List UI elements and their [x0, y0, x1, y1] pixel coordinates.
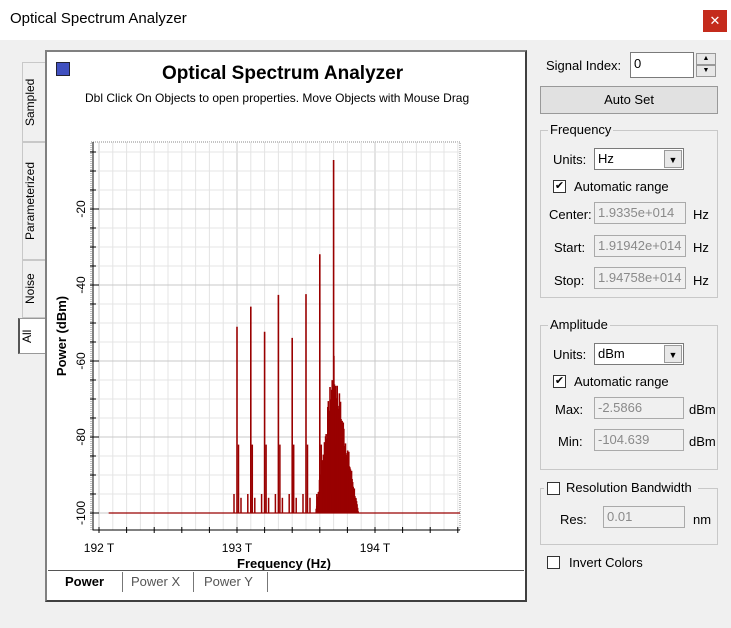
invert-colors-label: Invert Colors [569, 555, 643, 570]
spin-up-button[interactable]: ▲ [696, 53, 716, 65]
tab-power[interactable]: Power [58, 572, 118, 592]
amplitude-auto-label: Automatic range [574, 374, 669, 389]
tab-power-y[interactable]: Power Y [196, 572, 268, 592]
plot-area [90, 141, 461, 531]
y-tick-label: -40 [74, 276, 88, 294]
min-field[interactable]: -104.639 [594, 429, 684, 451]
res-field[interactable]: 0.01 [603, 506, 685, 528]
x-tick-label: 192 T [84, 541, 115, 555]
amplitude-group-title: Amplitude [548, 317, 610, 332]
chevron-down-icon: ▼ [664, 150, 682, 168]
max-field[interactable]: -2.5866 [594, 397, 684, 419]
amplitude-units-label: Units: [553, 347, 587, 362]
center-field[interactable]: 1.9335e+014 [594, 202, 686, 224]
start-unit: Hz [693, 240, 709, 255]
resolution-label: Resolution Bandwidth [566, 480, 692, 495]
y-axis-label: Power (dBm) [54, 296, 69, 376]
center-label: Center: [549, 207, 592, 222]
stop-label: Stop: [554, 273, 585, 288]
auto-set-button[interactable]: Auto Set [540, 86, 718, 114]
start-label: Start: [554, 240, 586, 255]
chevron-down-icon: ▼ [664, 345, 682, 363]
x-axis-label: Frequency (Hz) [237, 556, 331, 571]
center-unit: Hz [693, 207, 709, 222]
y-tick-label: -60 [74, 352, 88, 370]
min-label: Min: [558, 434, 583, 449]
max-unit: dBm [689, 402, 716, 417]
tab-power-x[interactable]: Power X [122, 572, 194, 592]
signal-index-input[interactable]: 0 [630, 52, 694, 78]
res-label: Res: [560, 512, 587, 527]
y-tick-label: -100 [74, 501, 88, 525]
stop-unit: Hz [693, 273, 709, 288]
start-field[interactable]: 1.91942e+014 [594, 235, 686, 257]
min-unit: dBm [689, 434, 716, 449]
frequency-auto-label: Automatic range [574, 179, 669, 194]
frequency-group-title: Frequency [548, 122, 614, 137]
spin-down-button[interactable]: ▼ [696, 65, 716, 77]
frequency-units-label: Units: [553, 152, 587, 167]
y-tick-label: -20 [74, 200, 88, 218]
amplitude-units-select[interactable]: dBm ▼ [594, 343, 684, 365]
signal-index-label: Signal Index: [546, 58, 622, 73]
frequency-units-value: Hz [598, 151, 614, 166]
max-label: Max: [555, 402, 584, 417]
resolution-checkbox[interactable] [547, 482, 560, 495]
y-tick-label: -80 [74, 428, 88, 446]
res-unit: nm [693, 512, 712, 527]
tab-strip-divider [48, 570, 524, 571]
stop-field[interactable]: 1.94758e+014 [594, 267, 686, 289]
amplitude-auto-checkbox[interactable]: ✔ [553, 375, 566, 388]
x-tick-label: 193 T [222, 541, 253, 555]
x-tick-label: 194 T [360, 541, 391, 555]
frequency-auto-checkbox[interactable]: ✔ [553, 180, 566, 193]
amplitude-units-value: dBm [598, 346, 625, 361]
frequency-units-select[interactable]: Hz ▼ [594, 148, 684, 170]
invert-colors-checkbox[interactable] [547, 556, 560, 569]
